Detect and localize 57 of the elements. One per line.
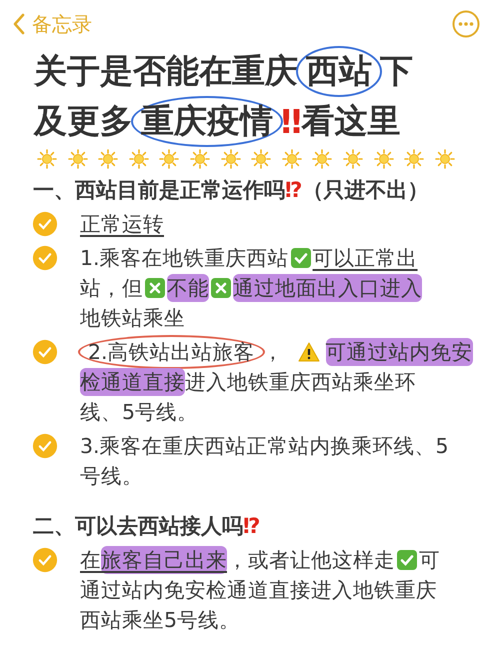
sun-icon xyxy=(434,148,456,170)
checklist-circle[interactable] xyxy=(32,547,58,573)
note-text: 检通道直接 xyxy=(80,368,185,396)
sun-icon xyxy=(128,148,150,170)
note-text: 通过站内免安检通道直接进入地铁重庆 xyxy=(80,577,437,604)
note-text: 二、可以去西站接人吗 xyxy=(33,513,243,540)
cross-box-icon xyxy=(210,277,232,299)
sun-icon xyxy=(220,148,242,170)
back-chevron-icon xyxy=(12,13,26,35)
note-text: 进入地铁重庆西站乘坐环 xyxy=(185,369,416,396)
sun-icon xyxy=(36,148,58,170)
note-text: 可以正常出 xyxy=(312,245,418,272)
sun-icon xyxy=(66,148,89,170)
note-text: 西站乘坐5号线。 xyxy=(80,607,240,634)
sun-icon xyxy=(188,148,211,170)
sun-icon xyxy=(372,148,395,170)
note-text: 下 xyxy=(380,50,413,92)
sun-icon xyxy=(342,148,364,170)
sun-icon xyxy=(280,148,303,170)
sun-icon xyxy=(97,148,120,170)
note-text: 正常运转 xyxy=(80,211,164,238)
sun-icon xyxy=(158,148,180,170)
note-text: 站，但 xyxy=(80,275,143,302)
more-icon[interactable] xyxy=(452,10,480,38)
checklist-circle[interactable] xyxy=(32,245,58,271)
note-text: 3.乘客在重庆西站正常站内换乘环线、5 xyxy=(80,433,449,460)
note-text: 在 xyxy=(80,547,101,574)
sun-icon xyxy=(250,148,272,170)
check-box-icon xyxy=(290,247,312,269)
checklist-circle[interactable] xyxy=(32,211,58,237)
note-text: 线、5号线。 xyxy=(80,399,198,426)
note-text: 及更多 xyxy=(34,100,133,142)
note-text: 地铁站乘坐 xyxy=(80,305,185,332)
note-text: （只进不出） xyxy=(302,177,428,204)
note-text: ， xyxy=(262,339,284,366)
exclamation-mark: ⁉ xyxy=(285,178,302,202)
exclamation-mark: ‼ xyxy=(281,102,302,140)
note-text: 号线。 xyxy=(80,463,143,490)
checklist-circle[interactable] xyxy=(32,433,58,459)
note-text: ，或者让他这样走 xyxy=(227,547,395,574)
note-text: 可 xyxy=(419,547,440,574)
exclamation-mark: ⁉ xyxy=(243,514,260,538)
note-text: 看这里 xyxy=(302,100,401,142)
back-button[interactable]: 备忘录 xyxy=(12,10,92,38)
note-text: 一、西站目前是正常运作吗 xyxy=(33,177,285,204)
note-text: 关于是否能在重庆 xyxy=(34,50,298,92)
cross-box-icon xyxy=(144,277,166,299)
warning-icon xyxy=(298,341,320,363)
sun-icon xyxy=(403,148,426,170)
checklist-circle[interactable] xyxy=(32,339,58,365)
note-text: 不能 xyxy=(167,274,209,302)
note-text: 通过地面出入口进入 xyxy=(233,274,422,302)
note-text: 1.乘客在地铁重庆西站 xyxy=(80,245,289,272)
sun-icon xyxy=(311,148,334,170)
circled-text: 重庆疫情 xyxy=(131,96,283,146)
note-text: 旅客自己出来 xyxy=(101,546,227,574)
check-box-icon xyxy=(396,549,418,571)
